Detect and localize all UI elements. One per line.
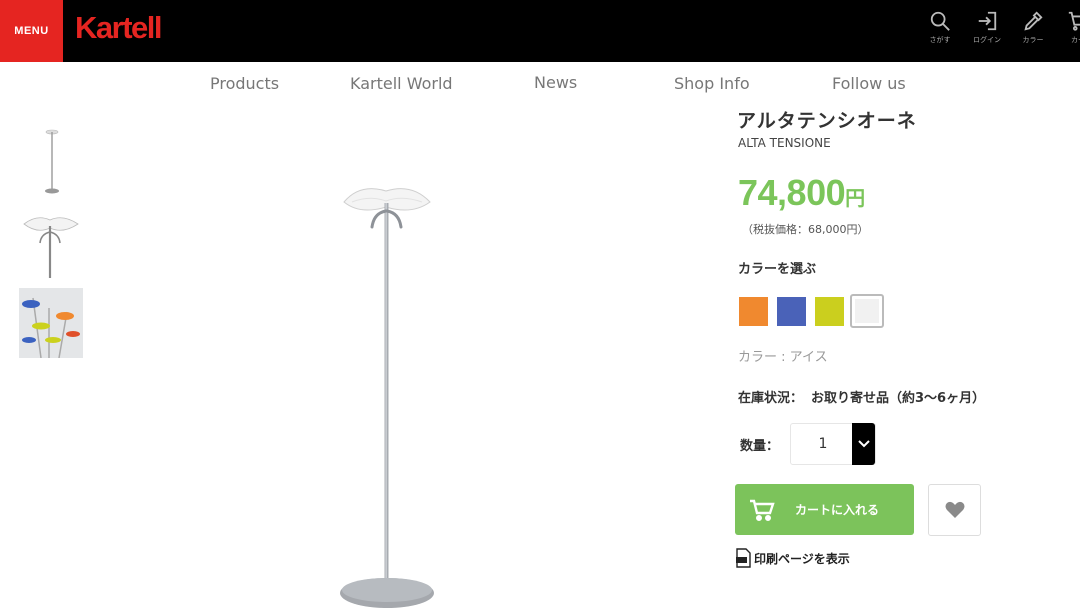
thumbnail-full-stand[interactable] (19, 126, 83, 196)
tax-excluded-price: （税抜価格：68,000円） (742, 223, 869, 236)
thumbnail-top-detail[interactable] (19, 210, 83, 280)
cart-icon-label: カー (1071, 36, 1080, 44)
swatch-orange[interactable] (739, 297, 768, 326)
menu-button[interactable]: MENU (0, 0, 63, 62)
cart-icon (750, 499, 775, 521)
product-name-jp: アルタテンシオーネ (737, 110, 917, 132)
selected-color-label: カラー : アイス (738, 350, 828, 365)
login-icon (978, 11, 997, 31)
print-page-link[interactable]: 印刷ページを表示 (735, 548, 850, 568)
swatch-ice-selected[interactable] (850, 294, 884, 328)
stock-label: 在庫状況： (738, 391, 804, 406)
stock-status: 在庫状況： お取り寄せ品（約3〜6ヶ月） (738, 387, 985, 406)
product-name-en: ALTA TENSIONE (738, 136, 831, 150)
quantity-select[interactable]: 1 (790, 423, 876, 465)
quantity-label: 数量： (740, 439, 780, 454)
price-value: 74,800 (738, 172, 846, 213)
nav-kartell-world[interactable]: Kartell World (350, 74, 453, 93)
add-to-cart-button[interactable]: カートに入れる (735, 484, 914, 535)
login-icon-label: ログイン (973, 36, 1001, 44)
product-main-image (340, 188, 434, 608)
nav-products[interactable]: Products (210, 74, 279, 93)
kartell-logo[interactable]: Kartell (75, 10, 162, 46)
chevron-down-icon[interactable] (852, 423, 875, 465)
swatch-blue[interactable] (777, 297, 806, 326)
price-unit: 円 (845, 186, 865, 210)
thumbnail-color-variants[interactable] (19, 288, 83, 359)
search-icon (930, 11, 950, 31)
color-dropper-icon (1024, 11, 1043, 31)
color-icon-label: カラー (1022, 36, 1044, 44)
add-to-cart-label: カートに入れる (795, 503, 880, 517)
pdf-icon (736, 548, 751, 568)
cart-icon (1068, 11, 1080, 31)
swatch-yellow[interactable] (815, 297, 844, 326)
header-search[interactable]: さがす (918, 10, 962, 50)
header-color[interactable]: カラー (1011, 10, 1055, 50)
quantity-value: 1 (818, 436, 828, 452)
header-cart[interactable]: カー (1056, 10, 1080, 50)
nav-shop-info[interactable]: Shop Info (674, 74, 750, 93)
stock-value: お取り寄せ品（約3〜6ヶ月） (811, 391, 986, 406)
print-page-label: 印刷ページを表示 (754, 551, 850, 566)
color-select-title: カラーを選ぶ (738, 262, 817, 277)
nav-follow-us[interactable]: Follow us (832, 74, 906, 93)
header-login[interactable]: ログイン (965, 10, 1009, 50)
search-icon-label: さがす (929, 36, 951, 44)
top-header: MENU Kartell さがす ログイン カラー カー (0, 0, 1080, 62)
favorite-button[interactable] (928, 484, 981, 536)
heart-icon (945, 501, 964, 518)
product-price: 74,800円 (738, 172, 865, 214)
nav-news[interactable]: News (534, 73, 577, 92)
